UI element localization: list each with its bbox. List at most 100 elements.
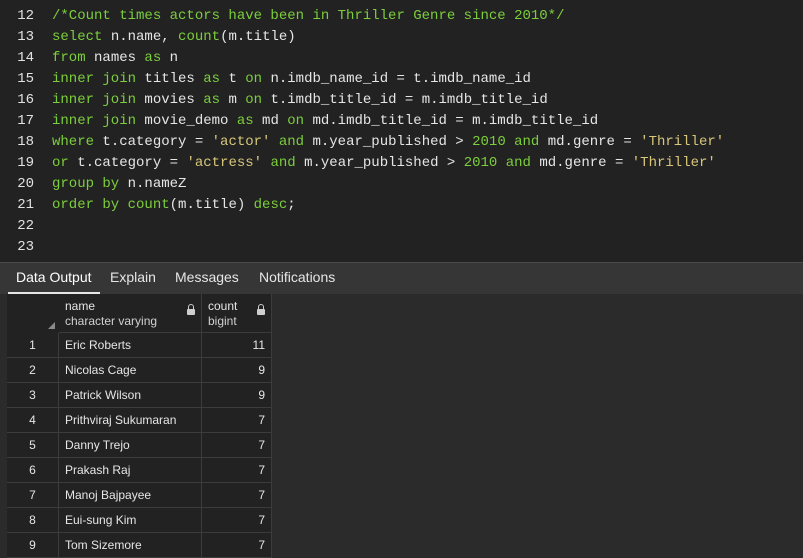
table-row[interactable]: 7 Manoj Bajpayee 7	[7, 483, 272, 508]
code-token: and	[270, 155, 296, 171]
code-line[interactable]: 14 from names as n	[0, 48, 803, 69]
count-cell[interactable]: 7	[202, 433, 272, 458]
tab-explain[interactable]: Explain	[102, 263, 164, 294]
tab-notifications[interactable]: Notifications	[251, 263, 343, 294]
data-output-grid[interactable]: name character varying count bigint 1 Eri…	[0, 294, 803, 558]
name-cell[interactable]: Eui-sung Kim	[59, 508, 202, 533]
name-cell[interactable]: Patrick Wilson	[59, 383, 202, 408]
count-cell[interactable]: 9	[202, 358, 272, 383]
code-token: group by	[52, 176, 120, 192]
name-cell[interactable]: Prakash Raj	[59, 458, 202, 483]
code-line[interactable]: 23	[0, 237, 803, 258]
row-number-cell[interactable]: 6	[7, 458, 59, 483]
code-line[interactable]: 21 order by count(m.title) desc;	[0, 195, 803, 216]
code-token: select	[52, 29, 103, 45]
name-cell[interactable]: Prithviraj Sukumaran	[59, 408, 202, 433]
code-line[interactable]: 15 inner join titles as t on n.imdb_name_…	[0, 69, 803, 90]
line-number: 15	[17, 71, 34, 87]
code-token: and	[514, 134, 540, 150]
code-text: inner join movies as m on t.imdb_title_i…	[52, 90, 548, 111]
code-line[interactable]: 12 /*Count times actors have been in Thri…	[0, 6, 803, 27]
row-number-cell[interactable]: 4	[7, 408, 59, 433]
name-cell[interactable]: Tom Sizemore	[59, 533, 202, 558]
code-token: 'actor'	[211, 134, 271, 150]
count-cell[interactable]: 7	[202, 483, 272, 508]
code-token: movie_demo	[136, 113, 237, 129]
code-token: inner join	[52, 71, 137, 87]
code-token: n.name,	[102, 29, 179, 45]
tab-data-output[interactable]: Data Output	[8, 263, 100, 294]
code-token: as	[203, 92, 221, 108]
row-number-cell[interactable]: 5	[7, 433, 59, 458]
code-token: md.genre =	[530, 155, 632, 171]
code-line[interactable]: 22	[0, 216, 803, 237]
table-row[interactable]: 6 Prakash Raj 7	[7, 458, 272, 483]
name-cell[interactable]: Danny Trejo	[59, 433, 202, 458]
code-line[interactable]: 13 select n.name, count(m.title)	[0, 27, 803, 48]
code-line[interactable]: 19 or t.category = 'actress' and m.year_p…	[0, 153, 803, 174]
code-token: inner join	[52, 92, 137, 108]
line-number: 16	[17, 92, 34, 108]
code-token: names	[85, 50, 145, 66]
count-cell[interactable]: 9	[202, 383, 272, 408]
code-text: inner join titles as t on n.imdb_name_id…	[52, 69, 531, 90]
code-line[interactable]: 16 inner join movies as m on t.imdb_title…	[0, 90, 803, 111]
count-cell[interactable]: 11	[202, 333, 272, 358]
table-row[interactable]: 4 Prithviraj Sukumaran 7	[7, 408, 272, 433]
code-token: md	[253, 113, 288, 129]
name-cell[interactable]: Manoj Bajpayee	[59, 483, 202, 508]
row-number-cell[interactable]: 1	[7, 333, 59, 358]
corner-triangle-icon	[48, 322, 55, 329]
code-token: order by	[52, 197, 120, 213]
table-row[interactable]: 9 Tom Sizemore 7	[7, 533, 272, 558]
line-number: 12	[17, 8, 34, 24]
code-token: desc	[253, 197, 288, 213]
count-cell[interactable]: 7	[202, 508, 272, 533]
table-row[interactable]: 2 Nicolas Cage 9	[7, 358, 272, 383]
code-line[interactable]: 20 group by n.nameZ	[0, 174, 803, 195]
count-cell[interactable]: 7	[202, 533, 272, 558]
line-number: 18	[17, 134, 34, 150]
code-token: m.year_published >	[295, 155, 464, 171]
code-line[interactable]: 18 where t.category = 'actor' and m.year_…	[0, 132, 803, 153]
code-text: /*Count times actors have been in Thrill…	[52, 6, 564, 27]
table-row[interactable]: 5 Danny Trejo 7	[7, 433, 272, 458]
column-header-count[interactable]: count bigint	[202, 294, 272, 333]
code-token: count	[178, 29, 221, 45]
code-token: md.genre =	[539, 134, 641, 150]
tab-messages[interactable]: Messages	[167, 263, 247, 294]
line-number: 14	[17, 50, 34, 66]
row-number-cell[interactable]: 3	[7, 383, 59, 408]
code-line[interactable]: 17 inner join movie_demo as md on md.imdb…	[0, 111, 803, 132]
row-number-cell[interactable]: 7	[7, 483, 59, 508]
table-row[interactable]: 1 Eric Roberts 11	[7, 333, 272, 358]
code-token: on	[245, 92, 263, 108]
count-cell[interactable]: 7	[202, 458, 272, 483]
code-token: count	[127, 197, 170, 213]
column-type-label: bigint	[208, 314, 237, 328]
count-cell[interactable]: 7	[202, 408, 272, 433]
results-tab-bar: Data Output Explain Messages Notificatio…	[0, 262, 803, 295]
sql-editor[interactable]: 12 /*Count times actors have been in Thri…	[0, 0, 803, 262]
table-row[interactable]: 8 Eui-sung Kim 7	[7, 508, 272, 533]
name-cell[interactable]: Nicolas Cage	[59, 358, 202, 383]
code-token: t.category =	[68, 155, 187, 171]
code-token: on	[245, 71, 263, 87]
code-token: 2010	[472, 134, 506, 150]
code-token: inner join	[52, 113, 137, 129]
table-row[interactable]: 3 Patrick Wilson 9	[7, 383, 272, 408]
line-number: 23	[17, 239, 34, 255]
line-number: 17	[17, 113, 34, 129]
select-all-corner[interactable]	[7, 294, 60, 334]
code-token: 'Thriller'	[631, 155, 716, 171]
column-header-name[interactable]: name character varying	[59, 294, 202, 333]
code-text: inner join movie_demo as md on md.imdb_t…	[52, 111, 598, 132]
code-text: from names as n	[52, 48, 178, 69]
code-token: 'Thriller'	[640, 134, 725, 150]
name-cell[interactable]: Eric Roberts	[59, 333, 202, 358]
row-number-cell[interactable]: 9	[7, 533, 59, 558]
row-number-cell[interactable]: 2	[7, 358, 59, 383]
row-number-cell[interactable]: 8	[7, 508, 59, 533]
